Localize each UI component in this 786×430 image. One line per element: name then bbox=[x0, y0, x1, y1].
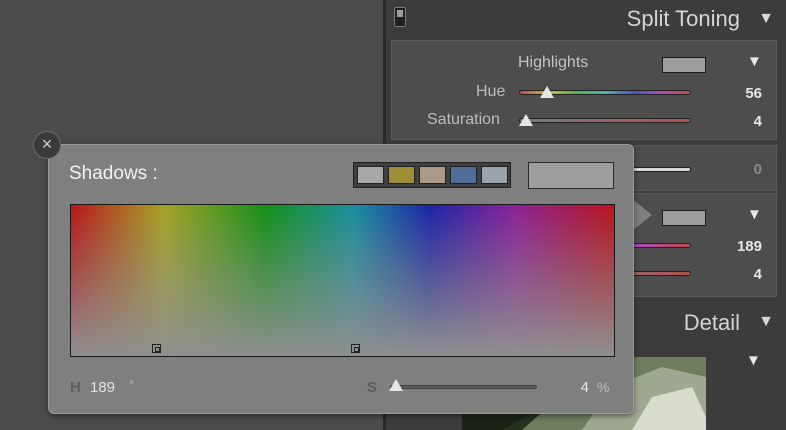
shadows-hue-value[interactable]: 189 bbox=[722, 238, 762, 255]
preset-swatches bbox=[353, 162, 511, 188]
saturation-slider-track[interactable] bbox=[519, 118, 691, 123]
hue-saturation-spectrum[interactable] bbox=[70, 204, 615, 357]
saturation-value[interactable]: 4 bbox=[722, 113, 762, 130]
saturation-slider-thumb[interactable] bbox=[518, 114, 533, 126]
shadows-picker-triangle-icon[interactable]: ▼ bbox=[747, 206, 762, 223]
current-color-swatch[interactable] bbox=[528, 162, 614, 189]
shadows-color-picker-popup: Shadows : H 189 ° S 4 % bbox=[48, 144, 634, 414]
hue-label: Hue bbox=[476, 83, 506, 100]
degree-unit: ° bbox=[129, 377, 135, 392]
saturation-label: Saturation bbox=[427, 111, 500, 128]
highlights-hue-marker[interactable] bbox=[152, 344, 161, 353]
panel-switch-icon[interactable] bbox=[394, 7, 406, 27]
detail-preview-triangle-icon[interactable]: ▼ bbox=[746, 352, 761, 369]
preset-swatch[interactable] bbox=[357, 166, 384, 184]
hue-slider-thumb[interactable] bbox=[539, 86, 554, 98]
saturation-readout[interactable]: 4 bbox=[569, 379, 589, 396]
split-toning-header[interactable]: Split Toning ▼ bbox=[386, 0, 786, 38]
preset-swatch[interactable] bbox=[481, 166, 508, 184]
highlights-section: Highlights ▼ Hue 56 Saturation 4 bbox=[391, 40, 777, 140]
preset-swatch[interactable] bbox=[419, 166, 446, 184]
highlights-label: Highlights bbox=[518, 54, 589, 71]
saturation-letter-label: S bbox=[367, 379, 378, 396]
hue-value[interactable]: 56 bbox=[722, 85, 762, 102]
popup-pointer bbox=[632, 199, 652, 231]
split-toning-title: Split Toning bbox=[626, 6, 740, 31]
shadows-hue-marker[interactable] bbox=[351, 344, 360, 353]
preset-swatch[interactable] bbox=[450, 166, 477, 184]
shadows-color-swatch[interactable] bbox=[662, 210, 706, 226]
highlights-color-swatch[interactable] bbox=[662, 57, 706, 73]
close-popup-icon[interactable]: × bbox=[33, 131, 61, 159]
hue-readout[interactable]: 189 bbox=[90, 379, 115, 396]
balance-value[interactable]: 0 bbox=[722, 161, 762, 178]
collapse-triangle-icon[interactable]: ▼ bbox=[758, 10, 774, 28]
detail-collapse-triangle-icon[interactable]: ▼ bbox=[758, 313, 774, 331]
popup-saturation-thumb[interactable] bbox=[388, 379, 403, 391]
detail-title: Detail bbox=[683, 310, 740, 335]
popup-saturation-track[interactable] bbox=[390, 385, 537, 389]
percent-unit: % bbox=[597, 379, 610, 395]
popup-title: Shadows : bbox=[69, 163, 158, 184]
preset-swatch[interactable] bbox=[388, 166, 415, 184]
highlights-picker-triangle-icon[interactable]: ▼ bbox=[747, 53, 762, 70]
shadows-saturation-value[interactable]: 4 bbox=[722, 266, 762, 283]
hue-letter-label: H bbox=[70, 379, 81, 396]
